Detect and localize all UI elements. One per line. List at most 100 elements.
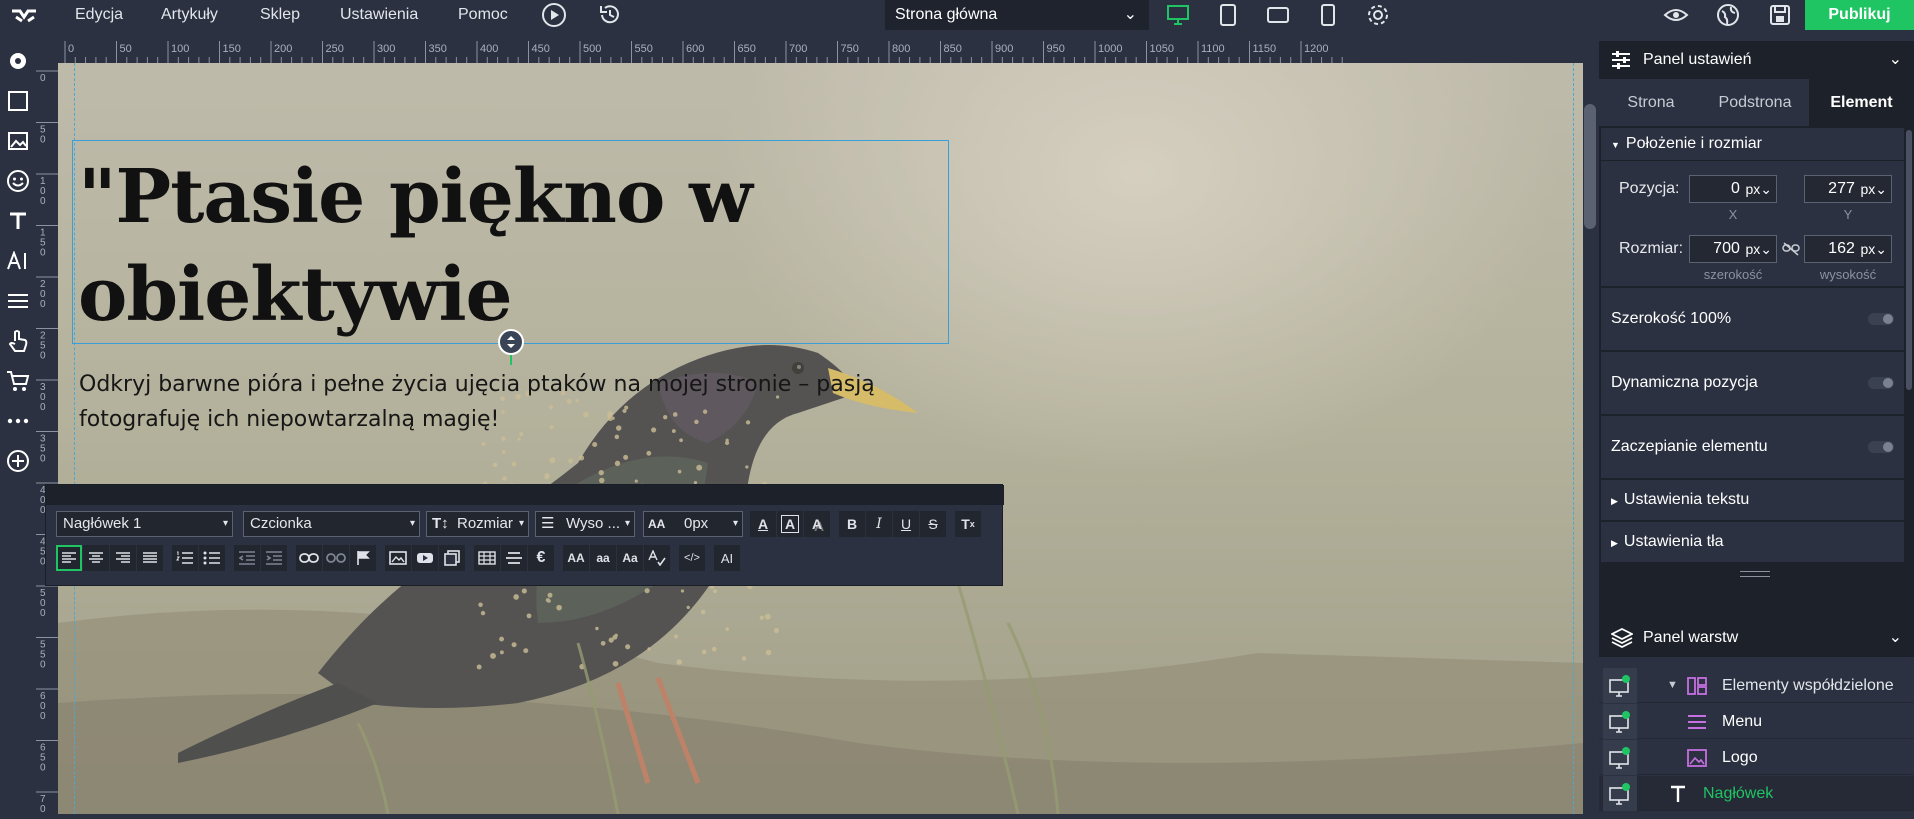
cart-icon[interactable] (0, 361, 36, 401)
full-width-toggle[interactable] (1868, 313, 1894, 325)
width-input[interactable]: 700 px⌄ (1689, 235, 1777, 263)
line-height-select[interactable]: ☰ Wyso ... ▾ (535, 511, 635, 537)
image-icon[interactable] (0, 121, 36, 161)
preview-play-icon[interactable] (538, 0, 570, 30)
height-input[interactable]: 162 px⌄ (1804, 235, 1892, 263)
anchor-flag-icon[interactable] (350, 545, 376, 571)
tablet-view-icon[interactable] (1212, 0, 1244, 30)
canvas-scrollbar[interactable] (1584, 104, 1596, 229)
pos-x-input[interactable]: 0 px⌄ (1689, 175, 1777, 203)
tab-podstrona[interactable]: Podstrona (1703, 79, 1807, 126)
strikethrough-icon[interactable]: S (920, 511, 946, 537)
pos-y-input[interactable]: 277 px⌄ (1804, 175, 1892, 203)
layer-visibility-icon[interactable] (1603, 740, 1637, 775)
letter-spacing-select[interactable]: AA 0px ▾ (643, 511, 743, 537)
menu-pomoc[interactable]: Pomoc (458, 0, 508, 30)
menu-artykuly[interactable]: Artykuły (161, 0, 218, 30)
align-right-icon[interactable] (110, 545, 136, 571)
align-justify-icon[interactable] (137, 545, 163, 571)
text-shadow-icon[interactable]: A (804, 511, 830, 537)
clear-format-icon[interactable]: Tx (955, 511, 981, 537)
expand-triangle-icon[interactable]: ▼ (1667, 668, 1678, 703)
insert-video-icon[interactable] (412, 545, 438, 571)
page-heading[interactable]: "Ptasie piękno w obiektywie (78, 148, 938, 344)
layer-row[interactable]: Menu (1599, 704, 1914, 739)
height-unit[interactable]: px⌄ (1860, 236, 1887, 262)
outdent-icon[interactable] (234, 545, 260, 571)
eye-icon[interactable] (1660, 0, 1692, 30)
ordered-list-icon[interactable] (172, 545, 198, 571)
panel-resize-grip[interactable] (1740, 571, 1770, 577)
insert-image-icon[interactable] (385, 545, 411, 571)
unlink-ratio-icon[interactable] (1781, 241, 1801, 257)
lowercase-button[interactable]: aa (590, 545, 616, 571)
desktop-view-icon[interactable] (1162, 0, 1194, 30)
history-icon[interactable] (594, 0, 626, 30)
italic-icon[interactable]: I (866, 511, 892, 537)
ai-assistant-button[interactable]: AI (714, 545, 740, 571)
section-bg-settings[interactable]: ▶ Ustawienia tła (1601, 522, 1904, 562)
page-subtext[interactable]: Odkryj barwne pióra i pełne życia ujęcia… (79, 367, 909, 437)
text-tool-icon[interactable] (0, 201, 36, 241)
font-select[interactable]: Czcionka ▾ (243, 511, 420, 537)
settings-panel-header[interactable]: Panel ustawień ⌄ (1599, 41, 1914, 79)
text-bg-color-icon[interactable]: A (777, 511, 803, 537)
uppercase-button[interactable]: AA (563, 545, 589, 571)
text-color-icon[interactable]: A (750, 511, 776, 537)
bold-icon[interactable]: B (839, 511, 865, 537)
layer-row[interactable]: ▼ Elementy współdzielone (1599, 668, 1914, 703)
ai-icon[interactable] (0, 241, 36, 281)
layer-row[interactable]: Logo (1599, 740, 1914, 775)
align-left-icon[interactable] (56, 545, 82, 571)
settings-scrollbar[interactable] (1906, 130, 1912, 390)
tab-strona[interactable]: Strona (1599, 79, 1703, 126)
resize-handle-icon[interactable] (498, 329, 524, 355)
tab-element[interactable]: Element (1809, 79, 1914, 126)
menu-lines-icon[interactable] (0, 281, 36, 321)
menu-sklep[interactable]: Sklep (260, 0, 300, 30)
menu-edycja[interactable]: Edycja (75, 0, 123, 30)
smiley-icon[interactable] (0, 161, 36, 201)
special-chars-icon[interactable]: € (528, 545, 554, 571)
hand-pointer-icon[interactable] (0, 321, 36, 361)
anchor-toggle[interactable] (1868, 441, 1894, 453)
source-code-icon[interactable]: </> (679, 545, 705, 571)
table-icon[interactable] (474, 545, 500, 571)
section-position-size-header[interactable]: ▼ Położenie i rozmiar (1601, 128, 1904, 160)
tablet-landscape-icon[interactable] (1262, 0, 1294, 30)
globe-icon[interactable] (1712, 0, 1744, 30)
width-unit[interactable]: px⌄ (1745, 236, 1772, 262)
layer-row-selected[interactable]: Nagłówek (1599, 776, 1914, 811)
font-size-select[interactable]: T↕ Rozmiar ▾ (426, 511, 529, 537)
titlecase-button[interactable]: Aa (617, 545, 643, 571)
section-text-settings[interactable]: ▶ Ustawienia tekstu (1601, 480, 1904, 520)
block-format-select[interactable]: Nagłówek 1 ▾ (56, 511, 233, 537)
mobile-view-icon[interactable] (1312, 0, 1344, 30)
indent-icon[interactable] (261, 545, 287, 571)
publish-button[interactable]: Publikuj (1805, 0, 1914, 30)
shape-square-icon[interactable] (0, 81, 36, 121)
menu-ustawienia[interactable]: Ustawienia (340, 0, 418, 30)
horizontal-rule-icon[interactable] (501, 545, 527, 571)
link-icon[interactable] (296, 545, 322, 571)
align-center-icon[interactable] (83, 545, 109, 571)
spellcheck-icon[interactable] (644, 545, 670, 571)
app-logo-icon[interactable] (10, 5, 40, 25)
pos-x-unit[interactable]: px⌄ (1745, 176, 1772, 202)
editor-canvas[interactable]: "Ptasie piękno w obiektywie Odkryj barwn… (58, 63, 1583, 814)
layer-visibility-icon[interactable] (1603, 776, 1637, 811)
toolbar-drag-handle[interactable] (46, 485, 1004, 505)
more-dots-icon[interactable] (0, 401, 36, 441)
page-select[interactable]: Strona główna ⌄ (885, 0, 1149, 30)
gear-icon[interactable] (1362, 0, 1394, 30)
layer-visibility-icon[interactable] (1603, 704, 1637, 739)
bullet-list-icon[interactable] (199, 545, 225, 571)
insert-media-icon[interactable] (439, 545, 465, 571)
layer-visibility-icon[interactable] (1603, 668, 1637, 703)
pos-y-unit[interactable]: px⌄ (1860, 176, 1887, 202)
add-circle-icon[interactable] (0, 441, 36, 481)
save-icon[interactable] (1764, 0, 1796, 30)
layers-panel-header[interactable]: Panel warstw ⌄ (1599, 619, 1914, 657)
settings-gear-icon[interactable] (0, 41, 36, 81)
unlink-icon[interactable] (323, 545, 349, 571)
